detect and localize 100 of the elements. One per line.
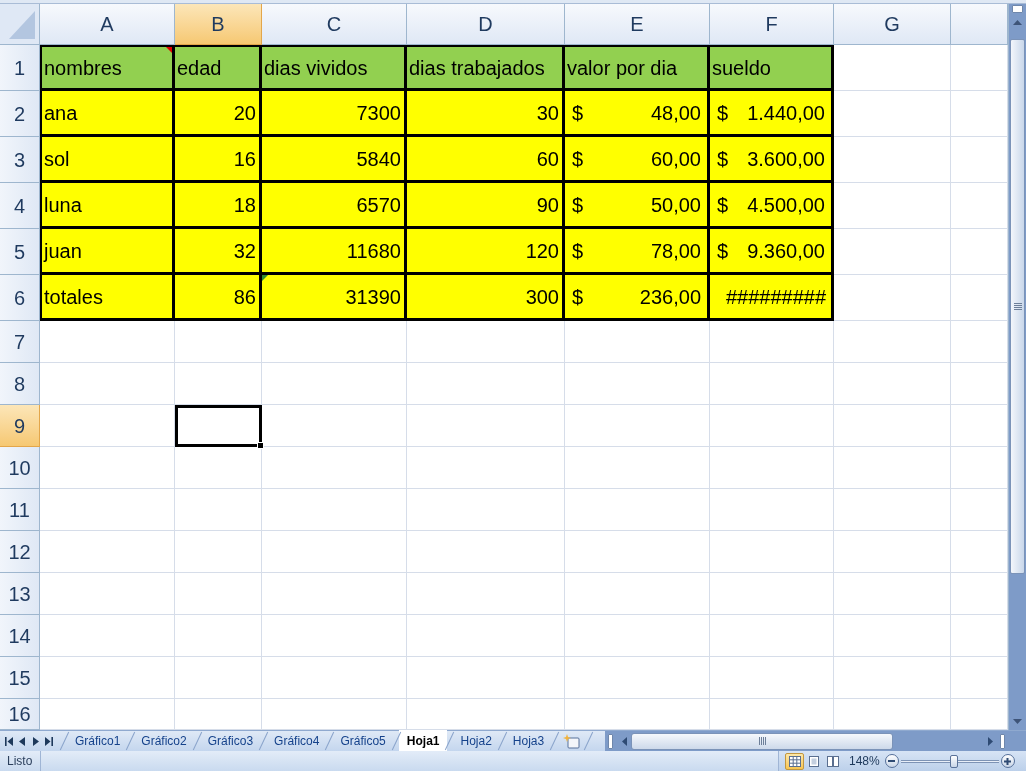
cell-text: sol <box>44 148 70 169</box>
horizontal-scrollbar[interactable] <box>605 731 1008 751</box>
active-cell[interactable] <box>175 405 262 447</box>
cell-text: juan <box>44 240 82 261</box>
column-header[interactable]: F <box>710 4 834 45</box>
row-header[interactable]: 6 <box>0 275 40 321</box>
currency-symbol: $ <box>572 148 584 169</box>
cell-text: 60 <box>536 148 559 169</box>
skip-end-icon <box>45 736 54 746</box>
row-header[interactable]: 13 <box>0 573 40 615</box>
amount-text: 1.440,00 <box>747 102 825 123</box>
currency-symbol: $ <box>717 102 729 123</box>
row-header[interactable]: 2 <box>0 91 40 137</box>
split-page-icon <box>826 755 839 767</box>
currency-symbol: $ <box>717 194 729 215</box>
status-text: Listo <box>0 751 42 771</box>
row-header[interactable]: 1 <box>0 45 40 91</box>
vertical-scrollbar[interactable] <box>1008 4 1026 730</box>
split-handle[interactable] <box>608 733 613 749</box>
currency-symbol: $ <box>572 286 584 307</box>
cell-text: 7300 <box>356 102 401 123</box>
plus-icon <box>1004 757 1012 765</box>
column-header[interactable]: D <box>407 4 565 45</box>
sheet-tab[interactable]: Hoja3 <box>504 731 553 751</box>
row-header[interactable]: 8 <box>0 363 40 405</box>
split-handle[interactable] <box>1012 5 1023 13</box>
fill-handle[interactable] <box>257 442 264 449</box>
amount-text: 4.500,00 <box>747 194 825 215</box>
amount-text: 48,00 <box>650 102 701 123</box>
column-header[interactable]: B <box>175 4 262 45</box>
row-header[interactable]: 4 <box>0 183 40 229</box>
scroll-thumb[interactable] <box>1010 39 1025 574</box>
sheet-sparkle-icon <box>563 733 581 749</box>
row-header[interactable]: 12 <box>0 531 40 573</box>
column-header[interactable]: C <box>262 4 407 45</box>
sheet-tab[interactable]: Gráfico1 <box>67 731 129 751</box>
cell-text: edad <box>177 57 222 78</box>
sheet-tab[interactable]: Hoja1 <box>398 730 448 751</box>
cell-text: totales <box>44 286 103 307</box>
grid-icon <box>788 755 801 767</box>
cell-text: 30 <box>536 102 559 123</box>
cell-text: 20 <box>233 102 256 123</box>
amount-text: 50,00 <box>650 194 701 215</box>
cell-text: dias trabajados <box>409 57 545 78</box>
normal-view-button[interactable] <box>785 752 804 770</box>
cell-text: sueldo <box>712 57 771 78</box>
scrollbar-corner <box>1008 731 1026 751</box>
right-triangle-icon <box>32 736 39 746</box>
row-header[interactable]: 14 <box>0 615 40 657</box>
grip-icon <box>758 737 766 745</box>
row-header[interactable]: 16 <box>0 699 40 730</box>
cell-text: ana <box>44 102 78 123</box>
sheet-tab[interactable]: Gráfico4 <box>266 731 328 751</box>
split-handle[interactable] <box>1000 733 1005 749</box>
row-header[interactable]: 15 <box>0 657 40 699</box>
column-header[interactable]: E <box>565 4 710 45</box>
sheet-tab[interactable]: Gráfico2 <box>133 731 195 751</box>
currency-symbol: $ <box>572 240 584 261</box>
cell-text: 120 <box>525 240 559 261</box>
currency-symbol: $ <box>717 148 729 169</box>
minus-icon <box>888 760 896 762</box>
row-header[interactable]: 3 <box>0 137 40 183</box>
cell-text: luna <box>44 194 82 215</box>
row-header[interactable]: 10 <box>0 447 40 489</box>
column-header[interactable]: A <box>40 4 175 45</box>
scroll-thumb[interactable] <box>631 732 893 750</box>
left-triangle-icon <box>621 736 627 746</box>
column-header[interactable]: G <box>834 4 951 45</box>
cell-text: 18 <box>233 194 256 215</box>
cell-text: 6570 <box>356 194 401 215</box>
amount-text: 60,00 <box>650 148 701 169</box>
row-header[interactable]: 11 <box>0 489 40 531</box>
row-header[interactable]: 9 <box>0 405 40 447</box>
sheet-tab[interactable]: Hoja2 <box>452 731 500 751</box>
cell-text: 32 <box>233 240 256 261</box>
zoom-in-button[interactable] <box>1000 754 1015 768</box>
cell-text: dias vividos <box>264 57 368 78</box>
zoom-level-button[interactable]: 148% <box>849 755 880 767</box>
cell-text: 11680 <box>346 240 401 261</box>
cell-text: 5840 <box>356 148 401 169</box>
cell-text: valor por dia <box>567 57 678 78</box>
row-header[interactable]: 7 <box>0 321 40 363</box>
amount-text: 3.600,00 <box>747 148 825 169</box>
sheet-tab[interactable]: Gráfico5 <box>332 731 394 751</box>
page-icon <box>807 755 820 767</box>
up-triangle-icon <box>1013 19 1022 25</box>
sheet-tab[interactable]: Gráfico3 <box>199 731 262 751</box>
cell-text: 300 <box>525 286 559 307</box>
currency-symbol: $ <box>572 194 584 215</box>
amount-text: 236,00 <box>639 286 701 307</box>
skip-start-icon <box>4 736 13 746</box>
cell-text: ######### <box>725 286 826 307</box>
amount-text: 78,00 <box>650 240 701 261</box>
column-header[interactable] <box>951 4 1008 45</box>
grip-icon <box>1013 303 1022 310</box>
currency-symbol: $ <box>572 102 584 123</box>
cell-text: 31390 <box>345 286 401 307</box>
row-header[interactable]: 5 <box>0 229 40 275</box>
zoom-slider-thumb[interactable] <box>949 754 958 768</box>
zoom-out-button[interactable] <box>884 754 899 768</box>
